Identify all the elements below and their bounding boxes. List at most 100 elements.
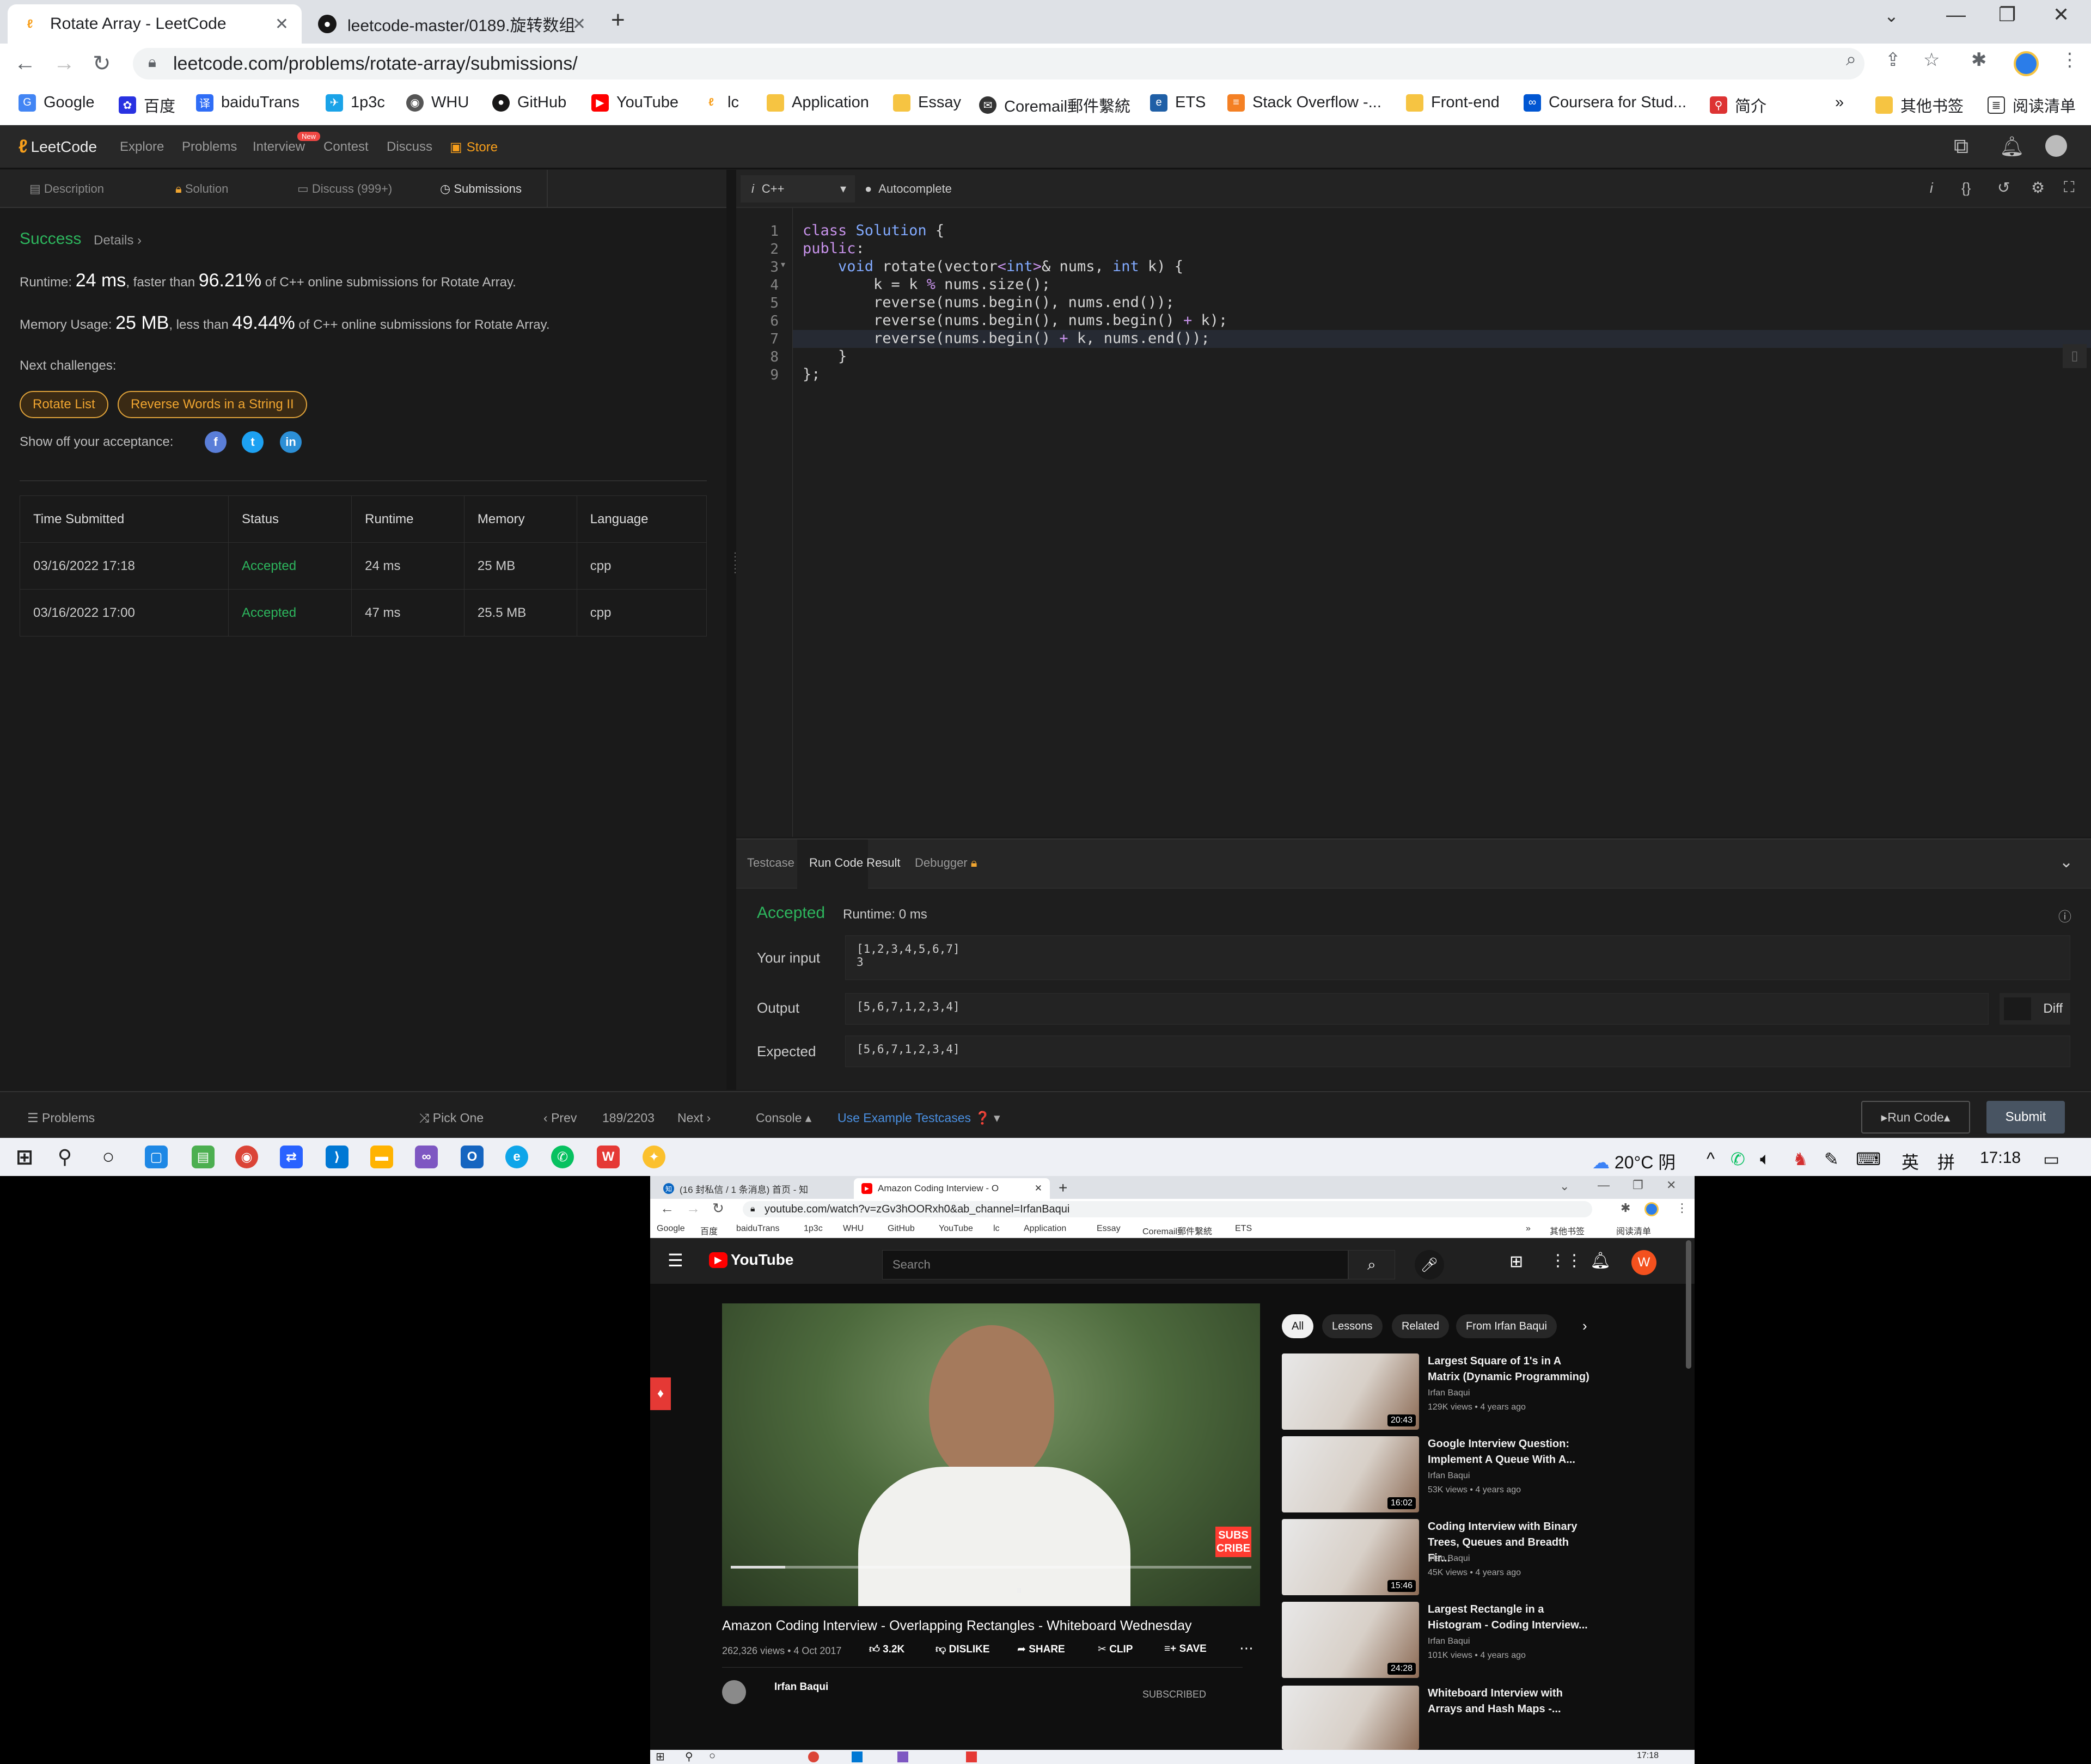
video-thumbnail[interactable]: 16:02	[1282, 1436, 1419, 1512]
bookmark-essay[interactable]: Essay	[1097, 1224, 1121, 1234]
status-link[interactable]: Accepted	[228, 542, 352, 590]
bookmark-github[interactable]: ● GitHub	[492, 94, 566, 112]
other-bookmarks[interactable]: 其他书签	[1875, 94, 1964, 117]
video-thumbnail[interactable]: 20:43	[1282, 1353, 1419, 1430]
menu-icon[interactable]: ⋮	[2061, 49, 2079, 71]
bookmark-google[interactable]: G Google	[19, 94, 95, 112]
bookmark-baidu[interactable]: ✿ 百度	[119, 94, 175, 117]
channel-name[interactable]: Irfan Baqui	[774, 1681, 828, 1693]
bell-icon[interactable]: 🔔︎	[1590, 1251, 1611, 1270]
pick-one-button[interactable]: ⤨ Pick One	[419, 1111, 484, 1125]
vscode-icon[interactable]: ⟩	[326, 1146, 348, 1168]
share-button[interactable]: ➦ SHARE	[1017, 1643, 1065, 1656]
channel-avatar[interactable]	[722, 1680, 746, 1704]
outlook-icon[interactable]: O	[461, 1146, 484, 1168]
help-icon[interactable]: ⓘ	[2058, 906, 2071, 925]
help-dropdown-icon[interactable]: ❓ ▾	[975, 1111, 1000, 1125]
recommended-video[interactable]: Whiteboard Interview with Arrays and Has…	[1282, 1686, 1587, 1750]
chrome-icon[interactable]	[808, 1751, 819, 1762]
reload-icon[interactable]: ↻	[712, 1200, 724, 1217]
leetcode-logo[interactable]: ℓ LeetCode	[19, 136, 97, 157]
tab-solution[interactable]: 🔒︎ Solution	[175, 182, 228, 196]
video-thumbnail[interactable]	[1282, 1686, 1419, 1750]
bookmark-google[interactable]: Google	[657, 1224, 685, 1234]
problems-button[interactable]: ☰ Problems	[27, 1111, 95, 1125]
tab-amazon-coding[interactable]: ▶ Amazon Coding Interview - O ✕	[854, 1178, 1050, 1199]
use-example-testcases[interactable]: Use Example Testcases	[837, 1111, 971, 1125]
clock[interactable]: 17:18	[1637, 1751, 1659, 1761]
yt-address-bar[interactable]: 🔒︎ youtube.com/watch?v=zGv3hOORxh0&ab_cha…	[743, 1201, 1592, 1217]
ime-indicator[interactable]: 英	[1902, 1149, 1919, 1174]
more-icon[interactable]: ⋯	[1239, 1640, 1254, 1657]
wechat-icon[interactable]: ✆	[551, 1146, 574, 1168]
reset-icon[interactable]: ↺	[1997, 179, 2010, 197]
search-icon[interactable]: ⌕	[1348, 1250, 1395, 1279]
challenge-rotate-list[interactable]: Rotate List	[20, 391, 108, 418]
profile-icon[interactable]	[2014, 51, 2039, 76]
status-link[interactable]: Accepted	[228, 589, 352, 636]
challenge-reverse-words[interactable]: Reverse Words in a String II	[118, 391, 307, 418]
collapse-icon[interactable]: ⌄	[2059, 853, 2073, 872]
close-icon[interactable]: ✕	[275, 15, 289, 34]
bookmarks-overflow[interactable]: »	[1526, 1224, 1531, 1234]
console-button[interactable]: Console ▴	[756, 1111, 811, 1125]
dislike-button[interactable]: 👎︎ DISLIKE	[936, 1643, 990, 1656]
tab-search-icon[interactable]: ⌄	[1560, 1179, 1569, 1193]
recommended-video[interactable]: 16:02 Google Interview Question: Impleme…	[1282, 1436, 1587, 1512]
code-area[interactable]: class Solution { public: void rotate(vec…	[736, 208, 2091, 426]
chevron-right-icon[interactable]: ›	[1582, 1318, 1587, 1334]
notification-icon[interactable]: ▭	[2043, 1149, 2059, 1169]
share-icon[interactable]: ⇪	[1885, 49, 1901, 71]
speaker-icon[interactable]: 🔈︎	[1760, 1149, 1770, 1169]
search-icon[interactable]: ⚲	[53, 1146, 76, 1168]
pen-icon[interactable]: ✎	[1824, 1149, 1839, 1169]
reading-list[interactable]: ≣ 阅读清单	[1988, 94, 2076, 117]
bookmark-github[interactable]: GitHub	[888, 1224, 915, 1234]
youtube-logo[interactable]: ▶ YouTube	[709, 1251, 793, 1269]
playground-icon[interactable]: ⧉	[1954, 135, 1968, 158]
code-editor[interactable]: i C++ ▾ ● Autocomplete i {} ↺ ⚙ ⛶ 1 2 3 4…	[736, 170, 2091, 837]
restore-icon[interactable]: ❐	[1998, 3, 2016, 26]
bookmark-baidutrans[interactable]: 译 baiduTrans	[196, 94, 299, 112]
recommended-video[interactable]: 20:43 Largest Square of 1's in A Matrix …	[1282, 1353, 1589, 1430]
app-icon[interactable]: ✦	[643, 1146, 665, 1168]
address-bar[interactable]: 🔒︎ leetcode.com/problems/rotate-array/su…	[133, 48, 1864, 79]
video-player[interactable]: SUBS CRIBE ⏸	[722, 1303, 1260, 1606]
bookmark-lc[interactable]: ℓ lc	[702, 94, 739, 112]
create-video-icon[interactable]: ⊞	[1509, 1252, 1523, 1271]
hamburger-icon[interactable]: ☰	[668, 1250, 683, 1271]
visual-studio-icon[interactable]	[897, 1751, 908, 1762]
vscode-icon[interactable]	[852, 1751, 863, 1762]
bookmark-youtube[interactable]: YouTube	[939, 1224, 973, 1234]
visual-studio-icon[interactable]: ∞	[415, 1146, 438, 1168]
video-thumbnail[interactable]: 15:46	[1282, 1519, 1419, 1595]
file-explorer-icon[interactable]: ▬	[370, 1146, 393, 1168]
bookmark-coremail[interactable]: Coremail郵件繫統	[1142, 1224, 1212, 1237]
avatar[interactable]	[2045, 135, 2067, 157]
new-tab-icon[interactable]: +	[611, 7, 625, 34]
chip-related[interactable]: Related	[1392, 1314, 1449, 1338]
remote-desktop-icon[interactable]: ⇄	[280, 1146, 303, 1168]
wechat-tray-icon[interactable]: ✆	[1731, 1149, 1745, 1169]
bookmark-ets[interactable]: e ETS	[1150, 94, 1206, 112]
window-close-icon[interactable]: ✕	[1666, 1178, 1676, 1192]
chip-lessons[interactable]: Lessons	[1322, 1314, 1383, 1338]
close-icon[interactable]: ✕	[1035, 1183, 1042, 1194]
bookmark-baidu[interactable]: 百度	[700, 1224, 718, 1237]
wps-icon[interactable]: W	[597, 1146, 620, 1168]
minimize-icon[interactable]: —	[1946, 3, 1966, 26]
reading-list[interactable]: 阅读清单	[1616, 1224, 1651, 1237]
star-icon[interactable]: ☆	[1923, 49, 1940, 71]
splitter[interactable]: ⋮ ⋮	[726, 170, 741, 1090]
diff-toggle[interactable]: Diff	[2000, 993, 2070, 1025]
linkedin-icon[interactable]: in	[280, 431, 302, 453]
bookmark-essay[interactable]: Essay	[893, 94, 961, 112]
autocomplete-toggle[interactable]: ● Autocomplete	[865, 182, 952, 196]
back-icon[interactable]: ←	[660, 1200, 674, 1217]
settings-icon[interactable]: ⚙	[2031, 179, 2045, 197]
progress-track[interactable]	[731, 1566, 1251, 1569]
extensions-icon[interactable]: ✱	[1621, 1201, 1630, 1215]
bell-icon[interactable]: 🔔︎	[2000, 135, 2025, 158]
nav-explore[interactable]: Explore	[120, 139, 164, 155]
subscribe-watermark[interactable]: SUBS CRIBE	[1215, 1527, 1251, 1557]
